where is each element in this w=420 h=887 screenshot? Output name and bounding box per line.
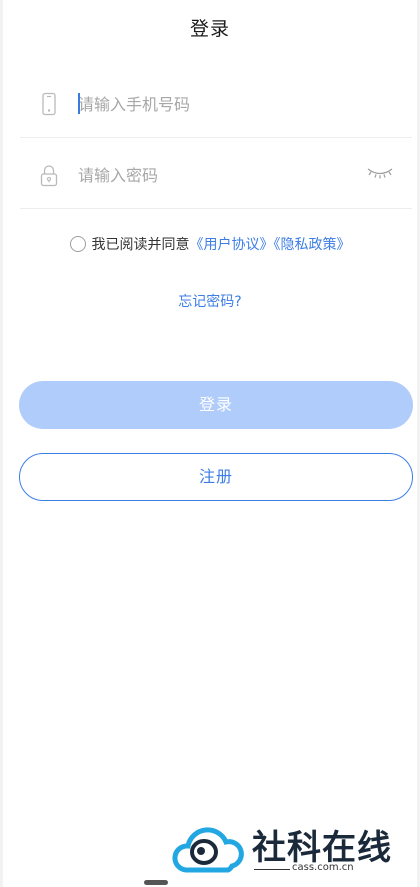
page-title: 登录: [189, 18, 230, 40]
phone-icon: [42, 92, 56, 116]
text-cursor: [78, 93, 80, 114]
watermark-logo: 社科在线 cass.com.cn: [172, 818, 412, 880]
home-indicator: [144, 880, 168, 885]
left-edge: [0, 0, 3, 887]
agreement-checkbox[interactable]: [69, 236, 86, 252]
password-field-row: [20, 139, 412, 209]
privacy-policy-link[interactable]: 《隐私政策》: [274, 237, 351, 253]
agreement-prefix: 我已阅读并同意: [91, 237, 190, 253]
phone-input[interactable]: [78, 90, 348, 118]
watermark-domain: cass.com.cn: [292, 862, 354, 873]
eye-closed-icon[interactable]: [366, 165, 394, 181]
login-button[interactable]: 登录: [19, 381, 413, 429]
password-input[interactable]: [78, 161, 348, 189]
lock-icon: [40, 165, 58, 187]
user-agreement-link[interactable]: 《用户协议》: [190, 237, 274, 253]
forgot-password-link[interactable]: 忘记密码?: [0, 291, 420, 311]
watermark-rule: [254, 869, 290, 870]
agreement-row: 我已阅读并同意《用户协议》《隐私政策》: [0, 234, 420, 254]
cloud-eye-logo-icon: [172, 827, 244, 873]
register-button[interactable]: 注册: [19, 453, 413, 501]
phone-field-row: [20, 68, 412, 138]
